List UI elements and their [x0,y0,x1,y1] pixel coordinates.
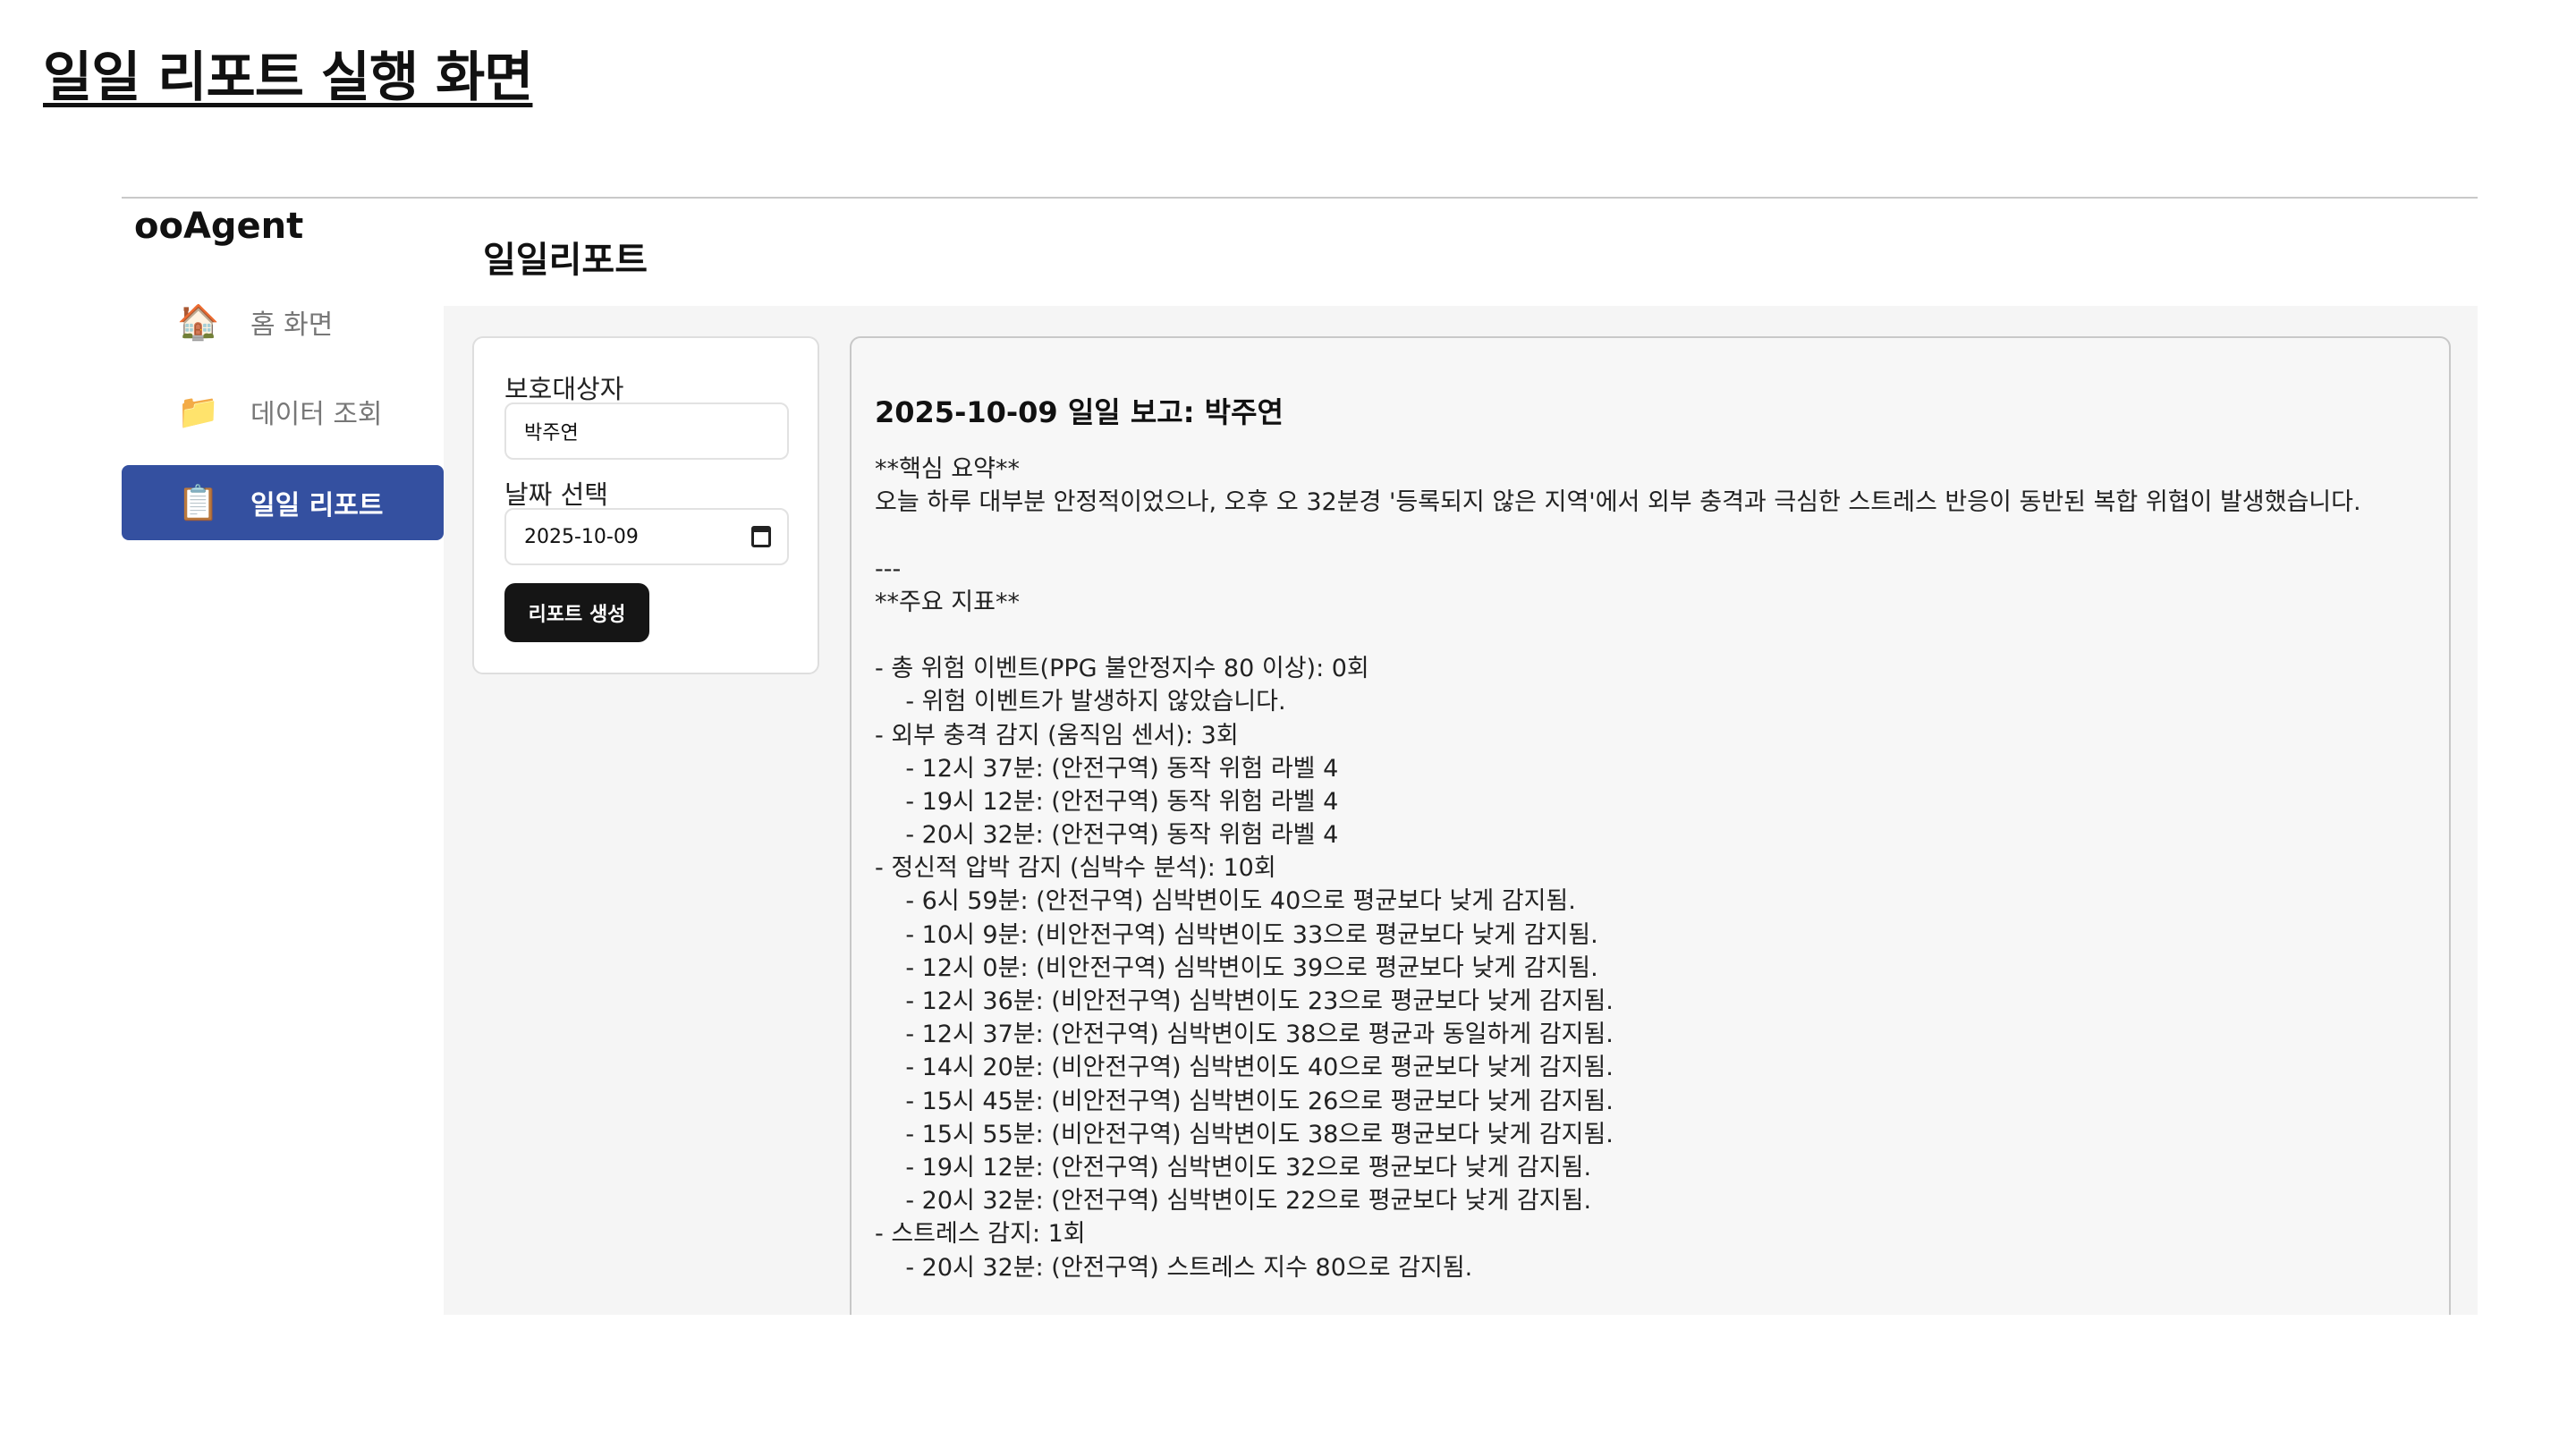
clipboard-icon: 📋 [177,482,220,522]
report-line: - 14시 20분: (비안전구역) 심박변이도 40으로 평균보다 낮게 감지… [875,1054,1614,1082]
report-line: - 12시 37분: (안전구역) 심박변이도 38으로 평균과 동일하게 감지… [875,1021,1614,1049]
date-input[interactable]: 2025-10-09 [504,508,789,565]
report-line: 오늘 하루 대부분 안정적이었으나, 오후 오 32분경 '등록되지 않은 지역… [875,488,2361,517]
sidebar-item-label: 데이터 조회 [250,399,383,430]
app-window: ooAgent 🏠 홈 화면 📁 데이터 조회 📋 일일 리포트 일일리포트 보… [122,197,2478,1315]
report-heading: 2025-10-09 일일 보고: 박주연 [875,395,1284,429]
report-line: - 20시 32분: (안전구역) 스트레스 지수 80으로 감지됨. [875,1253,1473,1282]
main-content: 보호대상자 박주연 날짜 선택 2025-10-09 리포트 생성 2025-1… [444,306,2478,1315]
folder-icon: 📁 [177,391,220,431]
date-label: 날짜 선택 [504,479,608,510]
sidebar-item-data-view[interactable]: 📁 데이터 조회 [122,374,444,449]
report-line: - 스트레스 감지: 1회 [875,1220,1086,1249]
guardian-value: 박주연 [524,422,579,445]
report-line: - 15시 55분: (비안전구역) 심박변이도 38으로 평균보다 낮게 감지… [875,1120,1614,1148]
sidebar-item-daily-report[interactable]: 📋 일일 리포트 [122,465,444,540]
brand-logo: ooAgent [134,206,304,247]
house-icon: 🏠 [177,301,220,342]
report-line: - 6시 59분: (안전구역) 심박변이도 40으로 평균보다 낮게 감지됨. [875,887,1576,916]
report-line: - 20시 32분: (안전구역) 심박변이도 22으로 평균보다 낮게 감지됨… [875,1187,1592,1216]
generate-report-button[interactable]: 리포트 생성 [504,583,649,642]
report-line: - 19시 12분: (안전구역) 심박변이도 32으로 평균보다 낮게 감지됨… [875,1153,1592,1182]
report-form: 보호대상자 박주연 날짜 선택 2025-10-09 리포트 생성 [472,336,819,674]
report-line [875,519,2431,552]
guardian-label: 보호대상자 [504,374,624,404]
report-line: --- [875,555,902,583]
report-line: - 20시 32분: (안전구역) 동작 위험 라벨 4 [875,821,1339,850]
report-line: - 위험 이벤트가 발생하지 않았습니다. [875,688,1286,716]
report-line: - 10시 9분: (비안전구역) 심박변이도 33으로 평균보다 낮게 감지됨… [875,920,1598,949]
report-line: - 정신적 압박 감지 (심박수 분석): 10회 [875,854,1276,883]
report-line: - 12시 37분: (안전구역) 동작 위험 라벨 4 [875,754,1339,783]
sidebar-item-home[interactable]: 🏠 홈 화면 [122,284,444,360]
calendar-icon[interactable] [751,526,771,547]
date-value: 2025-10-09 [524,525,639,548]
sidebar-item-label: 홈 화면 [250,309,334,341]
report-body: **핵심 요약** 오늘 하루 대부분 안정적이었으나, 오후 오 32분경 '등… [875,453,2431,1284]
sidebar: ooAgent 🏠 홈 화면 📁 데이터 조회 📋 일일 리포트 [122,199,444,1315]
report-line: **핵심 요약** [875,455,1020,483]
report-line: - 총 위험 이벤트(PPG 불안정지수 80 이상): 0회 [875,655,1369,683]
guardian-select[interactable]: 박주연 [504,402,789,460]
report-line: - 외부 충격 감지 (움직임 센서): 3회 [875,721,1239,750]
report-line: - 12시 36분: (비안전구역) 심박변이도 23으로 평균보다 낮게 감지… [875,987,1614,1016]
report-line: **주요 지표** [875,588,1020,616]
sidebar-item-label: 일일 리포트 [250,490,384,521]
report-line: - 15시 45분: (비안전구역) 심박변이도 26으로 평균보다 낮게 감지… [875,1087,1614,1115]
report-output: 2025-10-09 일일 보고: 박주연 **핵심 요약** 오늘 하루 대부분… [850,336,2451,1315]
page-title: 일일리포트 [483,240,648,281]
report-line: - 19시 12분: (안전구역) 동작 위험 라벨 4 [875,787,1339,816]
main-header: 일일리포트 [444,199,2478,306]
report-line: - 12시 0분: (비안전구역) 심박변이도 39으로 평균보다 낮게 감지됨… [875,953,1598,982]
report-line [875,619,2431,652]
slide-title: 일일 리포트 실행 화면 [43,47,533,109]
